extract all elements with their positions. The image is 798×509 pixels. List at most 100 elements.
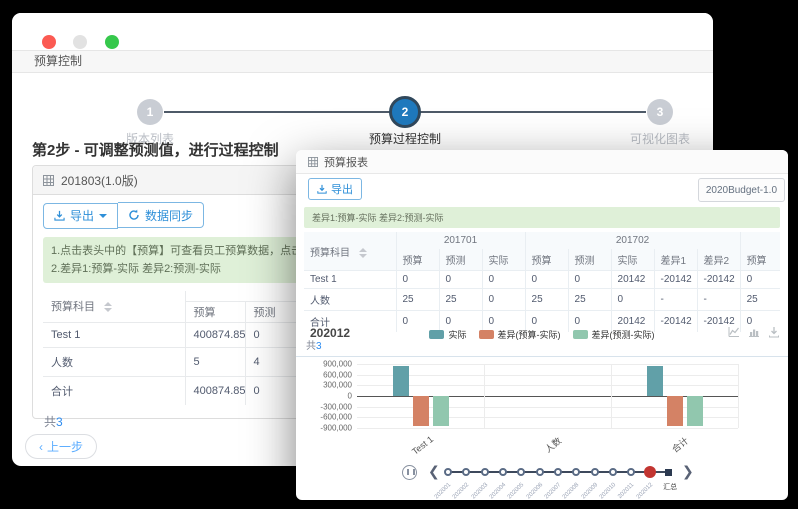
x-axis-label: 人数 <box>541 434 563 455</box>
refresh-icon <box>128 209 140 221</box>
timeline-next-arrow[interactable]: ❯ <box>682 462 694 480</box>
prev-step-button[interactable]: ‹ 上一步 <box>25 434 97 459</box>
value-cell: -20142 <box>697 271 740 289</box>
timeline-label: 202004 <box>489 482 507 500</box>
toolbox-bar-chart-icon[interactable] <box>748 326 760 338</box>
step-heading: 第2步 - 可调整预测值，进行过程控制 <box>32 139 279 160</box>
value-cell: 400874.85 <box>185 322 245 347</box>
chevron-left-icon: ‹ <box>39 440 43 454</box>
report-export-button[interactable]: 导出 <box>308 178 362 200</box>
step-1-circle[interactable]: 1 <box>137 99 163 125</box>
bar-series-0 <box>393 366 409 396</box>
legend-item-0[interactable]: 实际 <box>429 328 466 341</box>
sync-button-label: 数据同步 <box>145 207 193 224</box>
timeline-label: 202010 <box>599 482 617 500</box>
data-sync-button[interactable]: 数据同步 <box>118 202 204 228</box>
y-axis-label: -300,000 <box>320 402 352 411</box>
timeline-play-button[interactable] <box>402 465 417 480</box>
timeline-label: 202012 <box>635 482 653 500</box>
column-header-4[interactable]: 预测 <box>568 249 611 271</box>
y-axis-label: 900,000 <box>323 360 352 369</box>
y-axis-label: -600,000 <box>320 413 352 422</box>
timeline-point[interactable] <box>627 468 635 476</box>
column-header-budget[interactable]: 预算 <box>185 301 245 322</box>
timeline-label: 202003 <box>470 482 488 500</box>
value-cell: 0 <box>439 271 482 289</box>
timeline-point[interactable] <box>499 468 507 476</box>
subject-cell: Test 1 <box>43 322 185 347</box>
toolbox-save-image-icon[interactable] <box>768 326 780 338</box>
y-axis-labels: 900,000600,000300,0000-300,000-600,000-9… <box>296 364 352 428</box>
step-3-circle[interactable]: 3 <box>647 99 673 125</box>
timeline-prev-arrow[interactable]: ❮ <box>428 462 440 480</box>
panel-title: 201803(1.0版) <box>61 172 138 189</box>
subject-column-header[interactable]: 预算科目 <box>43 291 185 323</box>
legend-item-1[interactable]: 差异(预算-实际) <box>479 328 561 341</box>
value-cell: 20142 <box>611 271 654 289</box>
timeline-point[interactable] <box>536 468 544 476</box>
diff-note: 差异1:预算-实际 差异2:预测-实际 <box>304 207 780 228</box>
stepper: 1版本列表2预算过程控制3可视化图表 <box>12 73 713 139</box>
timeline-point[interactable] <box>554 468 562 476</box>
legend-swatch <box>479 330 494 339</box>
subject-cell: 人数 <box>43 347 185 376</box>
legend-item-2[interactable]: 差异(预测-实际) <box>573 328 655 341</box>
timeline-label: 202001 <box>434 482 452 500</box>
column-header-7[interactable]: 差异2 <box>697 249 740 271</box>
timeline-point[interactable] <box>444 468 452 476</box>
y-axis-label: 300,000 <box>323 381 352 390</box>
value-cell: - <box>654 289 697 311</box>
timeline-current-point[interactable] <box>644 466 656 478</box>
export-button[interactable]: 导出 <box>43 203 118 229</box>
legend-swatch <box>573 330 588 339</box>
value-cell: -20142 <box>654 271 697 289</box>
bar-series-1 <box>667 396 683 426</box>
zoom-window-button[interactable] <box>105 35 119 49</box>
sort-icon <box>359 248 367 258</box>
toolbox-line-chart-icon[interactable] <box>728 326 740 338</box>
subject-cell: 人数 <box>304 289 396 311</box>
grid-line <box>357 364 738 365</box>
column-header-0[interactable]: 预算 <box>396 249 439 271</box>
value-cell: 25 <box>525 289 568 311</box>
grid-split-line <box>611 364 612 428</box>
timeline-label: 202009 <box>580 482 598 500</box>
timeline-point[interactable] <box>481 468 489 476</box>
step-2-circle[interactable]: 2 <box>389 96 421 128</box>
step-connector <box>164 111 392 113</box>
column-header-3[interactable]: 预算 <box>525 249 568 271</box>
column-header-2[interactable]: 实际 <box>482 249 525 271</box>
chart-toolbox <box>728 326 780 338</box>
close-window-button[interactable] <box>42 35 56 49</box>
timeline-label: 202006 <box>525 482 543 500</box>
column-header-8[interactable]: 预算 <box>740 249 780 271</box>
value-cell: 0 <box>482 289 525 311</box>
report-export-label: 导出 <box>331 181 353 197</box>
timeline-label: 202005 <box>507 482 525 500</box>
grid-line <box>357 428 738 429</box>
column-header-5[interactable]: 实际 <box>611 249 654 271</box>
timeline-point[interactable] <box>591 468 599 476</box>
report-window: 预算报表 导出 2020Budget-1.0 差异1:预算-实际 差异2:预测-… <box>296 150 788 500</box>
value-cell: 0 <box>525 271 568 289</box>
value-cell: 0 <box>396 271 439 289</box>
page-title: 预算控制 <box>12 50 713 73</box>
report-title-label: 预算报表 <box>324 154 368 170</box>
value-cell: 25 <box>439 289 482 311</box>
subject-column-header[interactable]: 预算科目 <box>304 232 396 271</box>
value-cell: 0 <box>611 289 654 311</box>
version-select[interactable]: 2020Budget-1.0 <box>698 178 785 202</box>
timeline-point[interactable] <box>517 468 525 476</box>
column-header-6[interactable]: 差异1 <box>654 249 697 271</box>
timeline-summary-point[interactable] <box>665 469 672 476</box>
timeline-point[interactable] <box>572 468 580 476</box>
subject-header-label: 预算科目 <box>51 301 95 313</box>
minimize-window-button[interactable] <box>73 35 87 49</box>
column-header-1[interactable]: 预测 <box>439 249 482 271</box>
timeline-point[interactable] <box>609 468 617 476</box>
value-cell: 5 <box>185 347 245 376</box>
timeline-point[interactable] <box>462 468 470 476</box>
bar-series-0 <box>647 366 663 396</box>
y-axis-label: 0 <box>348 392 352 401</box>
legend-label: 实际 <box>448 328 466 341</box>
